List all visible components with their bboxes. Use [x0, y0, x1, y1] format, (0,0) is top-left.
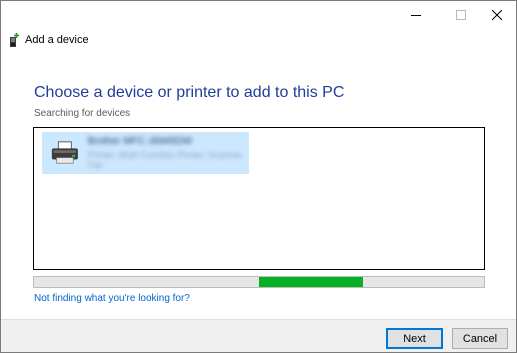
- maximize-button[interactable]: [441, 1, 481, 29]
- button-bar: Next Cancel: [1, 319, 516, 352]
- add-device-icon: [10, 32, 19, 47]
- device-list[interactable]: Brother MFC-J6945DW Printer, Multi Funct…: [33, 127, 485, 270]
- search-status: Searching for devices: [34, 108, 131, 119]
- minimize-icon: [411, 15, 421, 16]
- add-device-window: Add a device Choose a device or printer …: [0, 0, 517, 353]
- device-text: Brother MFC-J6945DW Printer, Multi Funct…: [88, 136, 249, 170]
- window-title: Add a device: [25, 34, 89, 46]
- title-bar: [1, 1, 516, 31]
- page-title: Choose a device or printer to add to thi…: [34, 84, 345, 101]
- device-subtitle: Printer, Multi Function Printer, Scanner…: [87, 150, 244, 170]
- minimize-button[interactable]: [396, 1, 436, 29]
- cancel-button[interactable]: Cancel: [452, 328, 508, 349]
- device-list-item[interactable]: Brother MFC-J6945DW Printer, Multi Funct…: [42, 132, 249, 174]
- close-icon: [492, 10, 502, 20]
- printer-icon: [51, 141, 78, 164]
- not-finding-link[interactable]: Not finding what you're looking for?: [34, 293, 190, 304]
- next-button[interactable]: Next: [386, 328, 443, 349]
- progress-fill: [259, 277, 363, 287]
- wizard-header: Add a device: [9, 31, 89, 49]
- device-name: Brother MFC-J6945DW: [87, 136, 193, 147]
- maximize-icon: [456, 10, 466, 20]
- close-button[interactable]: [477, 1, 516, 29]
- search-progress-bar: [33, 276, 485, 288]
